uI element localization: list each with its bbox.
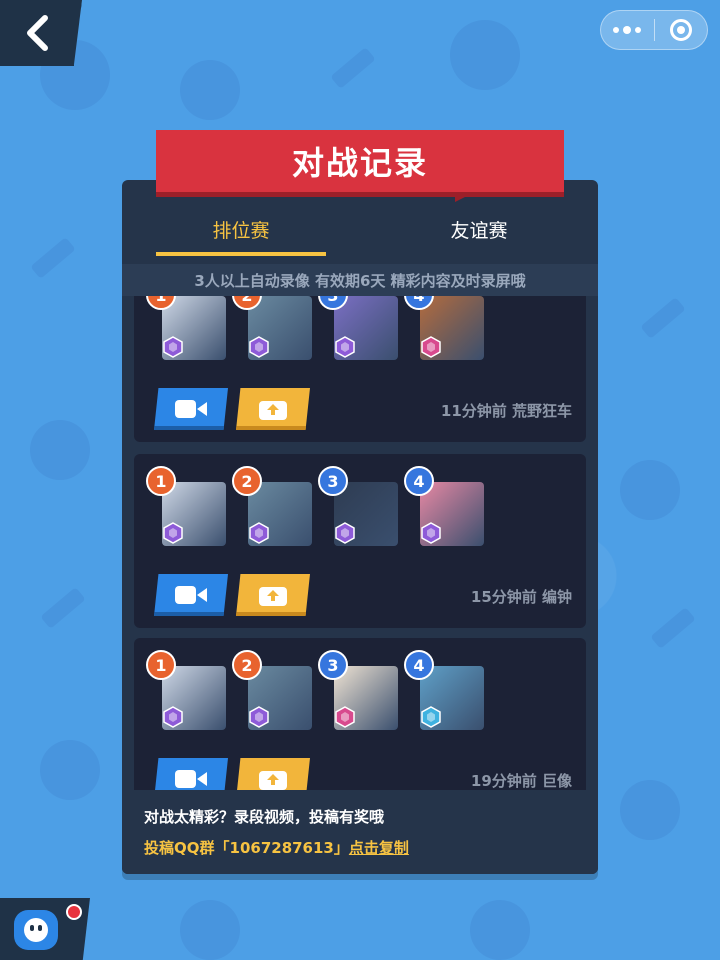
background-hammer-deco [40,587,86,629]
mini-program-capsule [600,10,708,50]
player-slot[interactable]: 3 [318,466,398,546]
chat-button[interactable] [0,898,90,960]
notification-dot [66,904,82,920]
share-button[interactable] [236,758,310,790]
video-camera-icon [175,400,207,418]
share-button[interactable] [236,574,310,616]
play-video-button[interactable] [154,388,228,430]
recording-notice: 3人以上自动录像 有效期6天 精彩内容及时录屏哦 [122,264,598,296]
record-meta: 11分钟前 荒野狂车 [440,402,572,420]
rank-badge: 1 [146,650,176,680]
rank-gem-icon [421,336,441,358]
rank-gem-icon [335,706,355,728]
background-bomb-deco [30,420,90,480]
rank-badge: 2 [232,650,262,680]
video-camera-icon [175,770,207,788]
player-slot[interactable]: 4 [404,466,484,546]
player-slot[interactable]: 3 [318,650,398,730]
target-icon [669,19,692,41]
close-mini-program-button[interactable] [655,11,708,49]
rank-gem-icon [249,706,269,728]
qq-group-text: 投稿QQ群「1067287613」 [144,839,349,857]
player-slot[interactable]: 2 [232,466,312,546]
rank-gem-icon [249,336,269,358]
player-slot[interactable]: 1 [146,650,226,730]
chat-bubble-icon [14,910,58,950]
rank-gem-icon [335,336,355,358]
record-list[interactable]: 123411分钟前 荒野狂车123415分钟前 编钟123419分钟前 巨像 [122,296,598,790]
background-hammer-deco [30,237,76,279]
rank-badge: 4 [404,650,434,680]
rank-gem-icon [335,522,355,544]
tab-ranked[interactable]: 排位赛 [122,200,360,258]
play-video-button[interactable] [154,574,228,616]
footer-promo-text: 对战太精彩？录段视频，投稿有奖哦 [144,808,385,826]
background-bomb-deco [620,780,680,840]
player-slot[interactable]: 2 [232,650,312,730]
rank-gem-icon [421,522,441,544]
background-bomb-deco [470,900,530,960]
record-meta: 15分钟前 编钟 [470,588,572,606]
rank-badge: 3 [318,650,348,680]
background-hammer-deco [330,47,376,89]
share-upload-icon [259,771,287,790]
title-banner: 对战记录 [156,130,564,192]
share-upload-icon [259,401,287,420]
background-bomb-deco [450,20,520,90]
footer-qq-group: 投稿QQ群「1067287613」点击复制 [144,837,576,858]
battle-record-panel: 排位赛 友谊赛 3人以上自动录像 有效期6天 精彩内容及时录屏哦 123411分… [122,180,598,874]
share-button[interactable] [236,388,310,430]
rank-gem-icon [421,706,441,728]
chat-face [24,918,48,942]
more-dots-icon [613,26,642,34]
player-slot[interactable]: 2 [232,296,312,360]
share-upload-icon [259,587,287,606]
record-meta: 19分钟前 巨像 [470,772,572,790]
rank-badge: 4 [404,466,434,496]
player-slot[interactable]: 1 [146,296,226,360]
tab-bar: 排位赛 友谊赛 [122,200,598,258]
background-bomb-deco [620,460,680,520]
page-title: 对战记录 [291,144,428,182]
submission-footer: 对战太精彩？录段视频，投稿有奖哦 投稿QQ群「1067287613」点击复制 [122,792,598,874]
play-video-button[interactable] [154,758,228,790]
player-slot[interactable]: 4 [404,650,484,730]
title-banner-tail [455,192,475,202]
background-bomb-deco [180,900,240,960]
player-slot[interactable]: 1 [146,466,226,546]
copy-link[interactable]: 点击复制 [349,839,409,857]
background-hammer-deco [650,607,696,649]
record-card: 1 2 3 4 15分钟前 编钟 [134,454,586,628]
back-button[interactable] [0,0,82,66]
record-card: 1234 11分钟前 荒野狂车 [134,296,586,442]
rank-gem-icon [249,522,269,544]
background-hammer-deco [640,297,686,339]
video-camera-icon [175,586,207,604]
rank-badge: 2 [232,466,262,496]
chevron-left-icon [27,15,48,51]
background-bomb-deco [180,60,240,120]
rank-badge: 3 [318,466,348,496]
rank-gem-icon [163,336,183,358]
rank-badge: 1 [146,466,176,496]
player-slot[interactable]: 3 [318,296,398,360]
player-slot[interactable]: 4 [404,296,484,360]
rank-gem-icon [163,522,183,544]
background-bomb-deco [40,740,100,800]
more-button[interactable] [601,11,654,49]
rank-gem-icon [163,706,183,728]
tab-friendly[interactable]: 友谊赛 [360,200,598,258]
record-card: 1 2 3 4 19分钟前 巨像 [134,638,586,790]
